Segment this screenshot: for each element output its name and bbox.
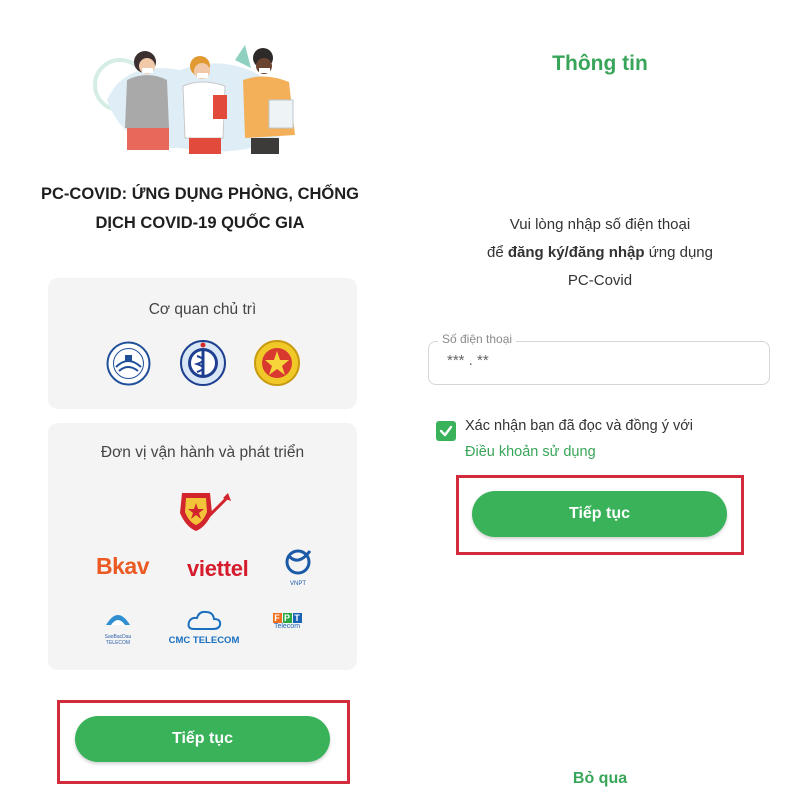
consent-text: Xác nhận bạn đã đọc và đồng ý với [465,418,693,434]
fpt-letter-blocks: F P T [272,613,302,623]
developer-partners-card: Đơn vị vận hành và phát triển Bkav viett… [48,423,357,670]
fpt-telecom-logo: F P T Telecom [270,613,304,630]
bkav-logo: Bkav [96,553,149,579]
vnpt-label: VNPT [289,581,306,587]
phone-number-label: Số điện thoại [438,332,517,346]
host-agencies-card: Cơ quan chủ trì [48,278,357,409]
screen-title: Thông tin [552,52,648,75]
instruction-bold: đăng ký/đăng nhập [507,244,645,261]
terms-of-use-link[interactable]: Điều khoản sử dụng [465,444,596,460]
skip-link[interactable]: Bỏ qua [400,770,800,788]
viettel-logo: viettel [187,556,249,581]
instruction-line1: Vui lòng nhập số điện thoại [509,216,691,233]
instruction-line3: PC-Covid [567,272,633,289]
checkmark-icon [439,425,453,437]
hero-illustration [93,45,295,154]
consent-checkbox[interactable] [436,421,456,441]
ministry-information-logo [106,341,151,386]
ministry-public-security-logo [254,340,300,386]
vnpt-logo: VNPT [284,547,312,589]
national-cybersecurity-logo [180,493,231,531]
continue-button-right[interactable]: Tiếp tục [472,491,727,537]
phone-number-value: *** . ** [447,352,489,369]
vnpt-emblem-icon [285,549,312,575]
app-title: PC-COVID: ỨNG DỤNG PHÒNG, CHỐNG DỊCH COV… [20,180,380,238]
continue-button-left[interactable]: Tiếp tục [75,716,330,762]
instruction-line2: để đăng ký/đăng nhập ứng dụng [400,239,800,267]
phone-instructions: Vui lòng nhập số điện thoại để đăng ký/đ… [400,211,800,295]
cmc-cloud-icon [187,610,222,630]
cmc-telecom-logo: CMC TELECOM [164,609,244,646]
fpt-telecom-label: Telecom [273,623,301,630]
instruction-prefix: để [487,244,508,261]
app-title-line1: PC-COVID: ỨNG DỤNG PHÒNG, CHỐNG [40,185,360,203]
cmc-telecom-label: CMC TELECOM [168,635,240,646]
saobacdau-logo: SaoBacDau TELECOM [98,609,138,646]
ministry-health-logo [180,340,226,386]
instruction-suffix: ứng dụng [644,244,713,261]
saobacdau-bottom-label: TELECOM [105,640,131,646]
host-card-title: Cơ quan chủ trì [148,301,257,318]
saobacdau-emblem-icon [106,615,130,625]
dev-card-title: Đơn vị vận hành và phát triển [100,444,305,461]
app-title-line2: DỊCH COVID-19 QUỐC GIA [95,214,305,232]
